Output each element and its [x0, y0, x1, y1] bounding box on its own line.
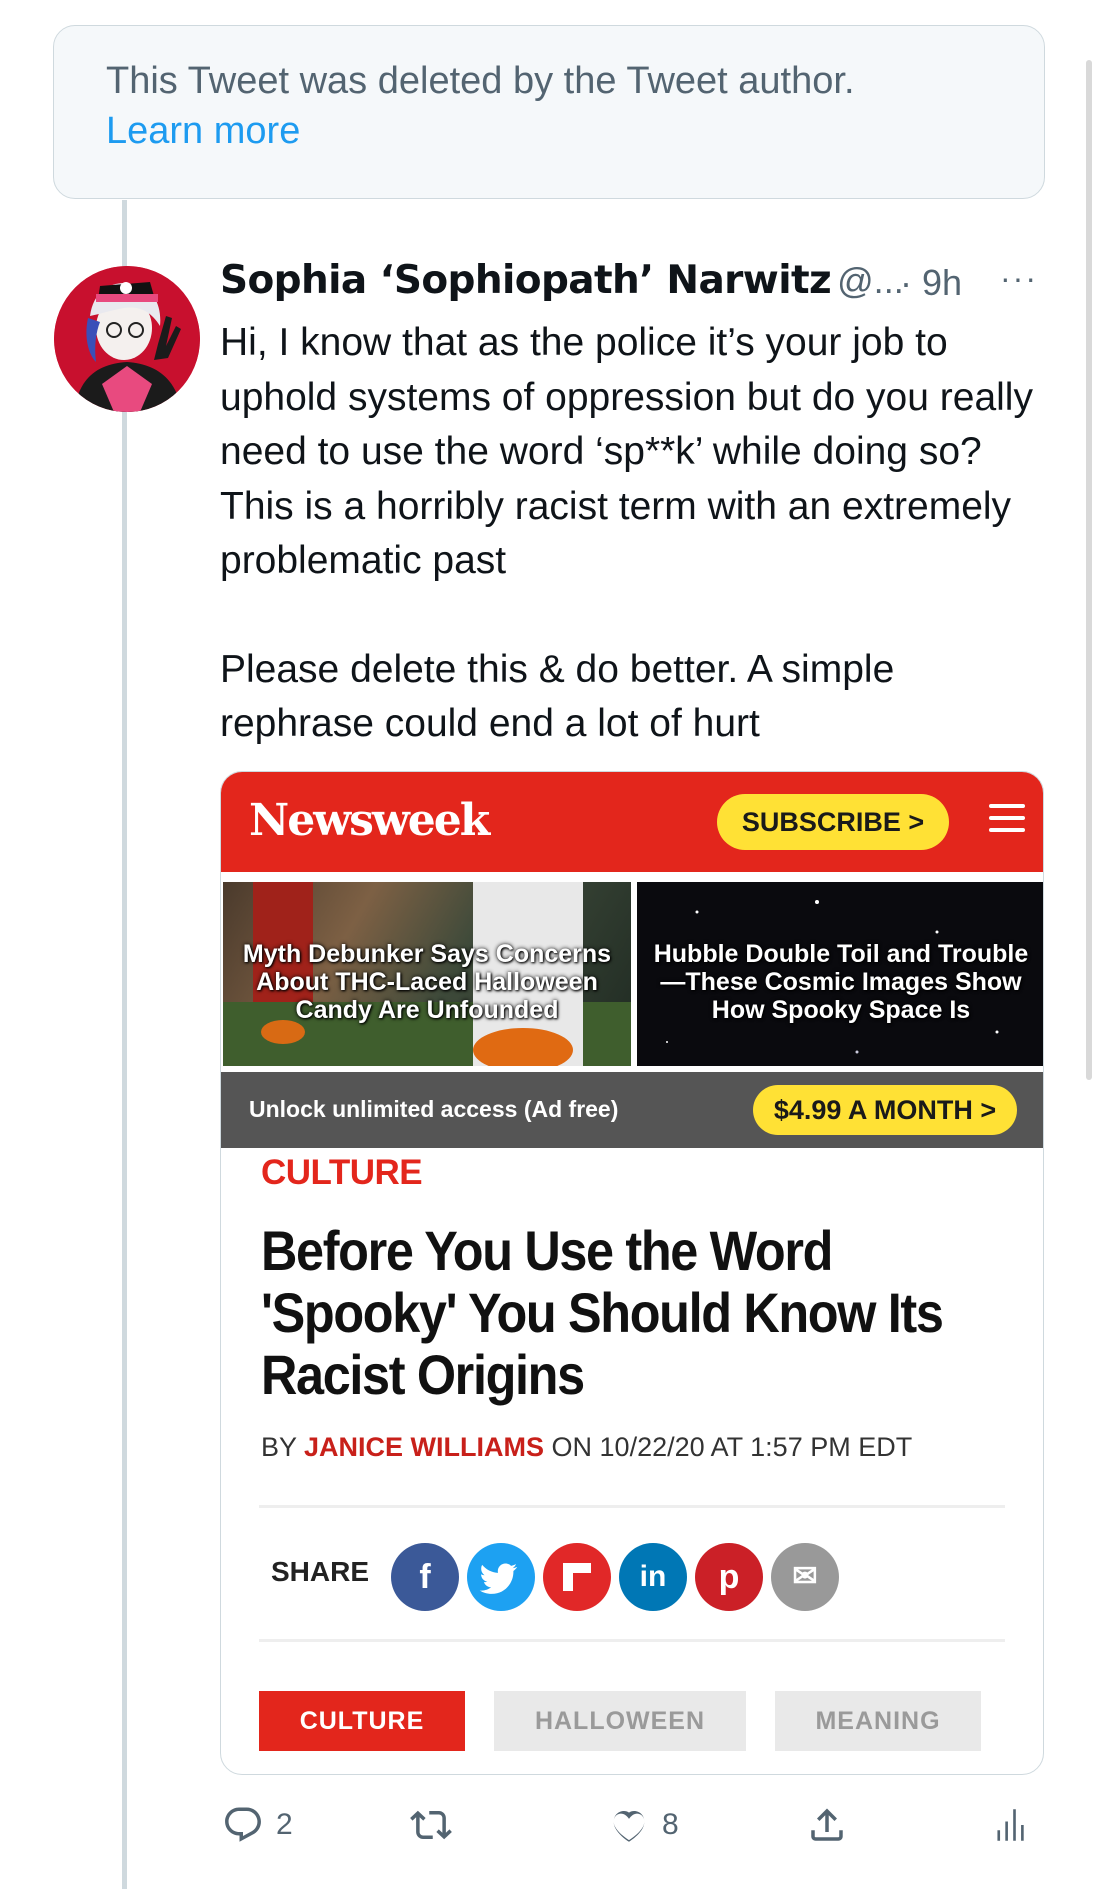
- reply-count: 2: [276, 1808, 293, 1841]
- subscribe-button[interactable]: SUBSCRIBE >: [717, 794, 949, 850]
- tweet-text: Hi, I know that as the police it’s your …: [220, 316, 1050, 752]
- promo-story-right[interactable]: Hubble Double Toil and Trouble—These Cos…: [637, 882, 1043, 1066]
- heart-icon: [613, 1810, 645, 1842]
- author-name[interactable]: Sophia ‘Sophiopath’ Narwitz: [220, 258, 832, 303]
- price-button[interactable]: $4.99 A MONTH >: [753, 1085, 1017, 1135]
- byline: BY JANICE WILLIAMS ON 10/22/20 AT 1:57 P…: [261, 1432, 912, 1463]
- attached-image[interactable]: Newsweek SUBSCRIBE > Myth Debunker Says …: [220, 771, 1044, 1775]
- flipboard-icon[interactable]: [543, 1543, 611, 1611]
- retweet-icon: [410, 1810, 452, 1840]
- learn-more-link[interactable]: Learn more: [106, 106, 992, 156]
- deleted-tweet-notice: This Tweet was deleted by the Tweet auth…: [53, 25, 1045, 199]
- deleted-message: This Tweet was deleted by the Tweet auth…: [106, 60, 855, 102]
- linkedin-icon[interactable]: in: [619, 1543, 687, 1611]
- promo-caption: Myth Debunker Says Concerns About THC-La…: [242, 940, 612, 1024]
- reply-icon: [225, 1807, 261, 1842]
- promo-story-left[interactable]: Myth Debunker Says Concerns About THC-La…: [223, 882, 631, 1066]
- tag-meaning[interactable]: MEANING: [775, 1691, 981, 1751]
- share-button[interactable]: [806, 1795, 848, 1855]
- article-headline: Before You Use the Word 'Spooky' You Sho…: [261, 1219, 944, 1406]
- reply-button[interactable]: 2: [222, 1795, 293, 1855]
- retweet-button[interactable]: [410, 1795, 452, 1855]
- tag-culture[interactable]: CULTURE: [259, 1691, 465, 1751]
- analytics-icon[interactable]: [990, 1795, 1032, 1855]
- pinterest-icon[interactable]: p: [695, 1543, 763, 1611]
- tag-halloween[interactable]: HALLOWEEN: [494, 1691, 746, 1751]
- byline-author: JANICE WILLIAMS: [304, 1432, 545, 1462]
- like-button[interactable]: 8: [608, 1795, 679, 1855]
- access-text: Unlock unlimited access (Ad free): [249, 1096, 619, 1122]
- avatar[interactable]: [54, 266, 200, 412]
- share-label: SHARE: [271, 1556, 370, 1587]
- thread-line: [122, 200, 127, 1889]
- twitter-icon[interactable]: [467, 1543, 535, 1611]
- byline-date: ON 10/22/20 AT 1:57 PM EDT: [544, 1432, 913, 1462]
- email-icon[interactable]: ✉: [771, 1543, 839, 1611]
- access-bar: Unlock unlimited access (Ad free) $4.99 …: [221, 1072, 1043, 1148]
- author-handle[interactable]: @...: [837, 260, 904, 301]
- divider: [259, 1639, 1005, 1642]
- newsweek-logo: Newsweek: [249, 795, 490, 846]
- tweet-paragraph: Please delete this & do better. A simple…: [220, 647, 895, 746]
- facebook-icon[interactable]: f: [391, 1543, 459, 1611]
- tweet-header: Sophia ‘Sophiopath’ Narwitz @... · 9h ···: [220, 258, 1040, 312]
- promo-caption: Hubble Double Toil and Trouble—These Cos…: [653, 940, 1029, 1024]
- divider: [259, 1505, 1005, 1508]
- like-count: 8: [662, 1808, 679, 1841]
- scrollbar[interactable]: [1086, 60, 1092, 1080]
- hamburger-menu-icon[interactable]: [989, 804, 1025, 840]
- byline-prefix: BY: [261, 1432, 305, 1462]
- tweet-actions: 2 8: [210, 1795, 1050, 1855]
- more-options-icon[interactable]: ···: [1000, 260, 1038, 297]
- section-label: CULTURE: [261, 1153, 423, 1192]
- tweet-timestamp[interactable]: · 9h: [900, 262, 962, 304]
- newsweek-header-bar: Newsweek SUBSCRIBE >: [221, 772, 1043, 872]
- share-icon: [811, 1808, 843, 1841]
- tweet-paragraph: Hi, I know that as the police it’s your …: [220, 321, 1033, 582]
